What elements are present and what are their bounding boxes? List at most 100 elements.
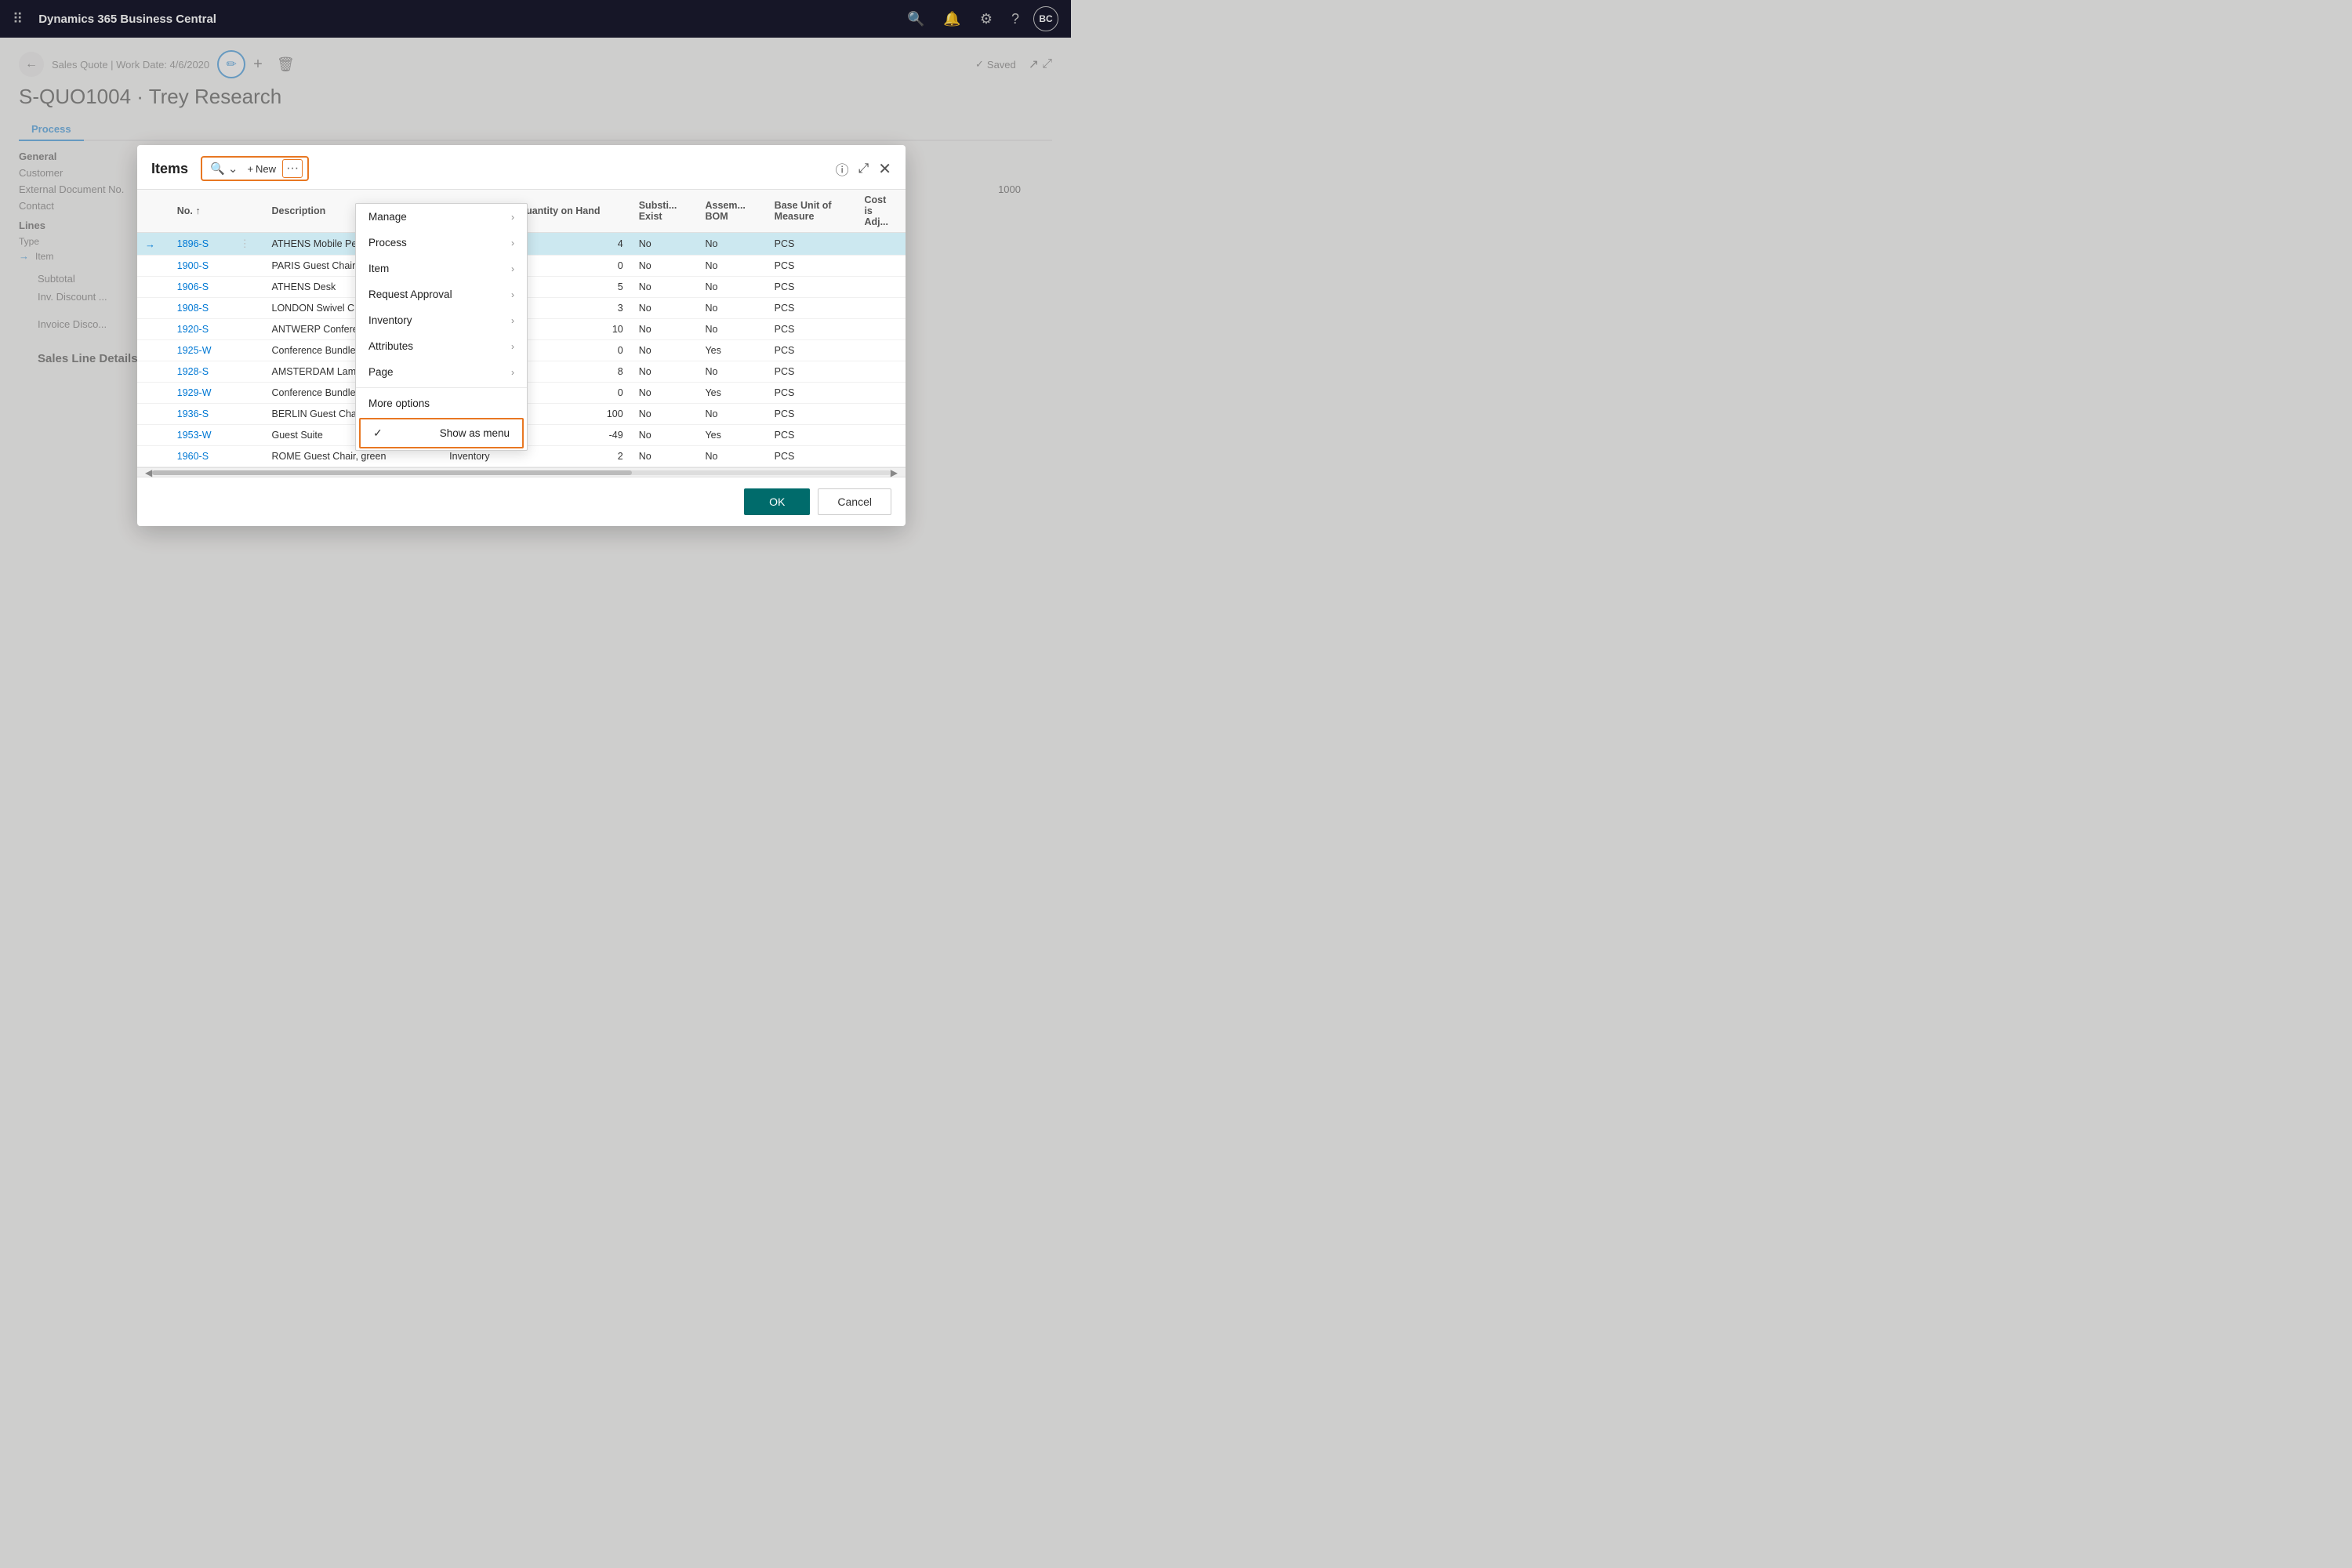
- cost-cell: [856, 446, 906, 467]
- uom-cell: PCS: [767, 446, 857, 467]
- cancel-button[interactable]: Cancel: [818, 488, 891, 515]
- dialog-toolbar: 🔍 ⌄ + New ···: [201, 156, 309, 181]
- qty-cell: 5: [510, 277, 630, 298]
- dialog-new-button[interactable]: + New: [242, 162, 281, 176]
- uom-cell: PCS: [767, 404, 857, 425]
- cost-cell: [856, 383, 906, 404]
- item-no-cell[interactable]: 1960-S: [169, 446, 232, 467]
- cost-cell: [856, 233, 906, 256]
- uom-cell: PCS: [767, 361, 857, 383]
- ok-button[interactable]: OK: [744, 488, 810, 515]
- assem-cell: No: [697, 233, 766, 256]
- col-assem[interactable]: Assem...BOM: [697, 190, 766, 233]
- col-no[interactable]: No. ↑: [169, 190, 232, 233]
- drag-handle-cell[interactable]: [232, 256, 264, 277]
- cost-cell: [856, 298, 906, 319]
- cost-cell: [856, 319, 906, 340]
- qty-cell: 10: [510, 319, 630, 340]
- drag-handle-icon[interactable]: ⋮: [240, 238, 250, 249]
- menu-item-page[interactable]: Page ›: [356, 359, 527, 385]
- menu-item-inventory[interactable]: Inventory ›: [356, 307, 527, 333]
- assem-cell: No: [697, 298, 766, 319]
- dialog-expand-button[interactable]: ⤢: [858, 161, 869, 176]
- qty-cell: 0: [510, 383, 630, 404]
- chevron-right-icon: ›: [511, 367, 514, 378]
- menu-item-request-approval[interactable]: Request Approval ›: [356, 281, 527, 307]
- assem-cell: Yes: [697, 383, 766, 404]
- drag-handle-cell[interactable]: [232, 446, 264, 467]
- scroll-right-arrow[interactable]: ▶: [891, 467, 898, 478]
- uom-cell: PCS: [767, 256, 857, 277]
- menu-separator: [356, 387, 527, 388]
- item-no-cell[interactable]: 1908-S: [169, 298, 232, 319]
- dialog-search-button[interactable]: 🔍 ⌄: [207, 160, 241, 177]
- assem-cell: No: [697, 319, 766, 340]
- drag-handle-cell[interactable]: [232, 298, 264, 319]
- action-dropdown-menu: Manage › Process › Item › Request Approv…: [355, 203, 528, 451]
- item-no-cell[interactable]: 1900-S: [169, 256, 232, 277]
- col-uom[interactable]: Base Unit ofMeasure: [767, 190, 857, 233]
- dialog-title: Items: [151, 161, 188, 177]
- item-no-cell[interactable]: 1920-S: [169, 319, 232, 340]
- col-subst[interactable]: Substi...Exist: [631, 190, 698, 233]
- dialog-more-button[interactable]: ···: [282, 159, 303, 178]
- cost-cell: [856, 425, 906, 446]
- chevron-right-icon: ›: [511, 315, 514, 326]
- assem-cell: No: [697, 404, 766, 425]
- subst-cell: No: [631, 256, 698, 277]
- cost-cell: [856, 361, 906, 383]
- item-no-cell[interactable]: 1936-S: [169, 404, 232, 425]
- subst-cell: No: [631, 361, 698, 383]
- drag-handle-cell[interactable]: ⋮: [232, 233, 264, 256]
- item-no-cell[interactable]: 1928-S: [169, 361, 232, 383]
- qty-cell: 2: [510, 446, 630, 467]
- scroll-left-arrow[interactable]: ◀: [145, 467, 152, 478]
- assem-cell: No: [697, 361, 766, 383]
- drag-handle-cell[interactable]: [232, 404, 264, 425]
- subst-cell: No: [631, 383, 698, 404]
- subst-cell: No: [631, 233, 698, 256]
- chevron-right-icon: ›: [511, 212, 514, 223]
- scroll-thumb[interactable]: [152, 470, 632, 475]
- subst-cell: No: [631, 404, 698, 425]
- qty-cell: 0: [510, 340, 630, 361]
- menu-item-show-as-menu[interactable]: ✓ Show as menu: [359, 418, 524, 448]
- scroll-track[interactable]: [152, 470, 891, 475]
- menu-item-manage[interactable]: Manage ›: [356, 204, 527, 230]
- drag-handle-cell[interactable]: [232, 277, 264, 298]
- assem-cell: Yes: [697, 425, 766, 446]
- uom-cell: PCS: [767, 425, 857, 446]
- horizontal-scrollbar[interactable]: ◀ ▶: [137, 467, 906, 477]
- item-no-cell[interactable]: 1896-S: [169, 233, 232, 256]
- cost-cell: [856, 340, 906, 361]
- item-no-cell[interactable]: 1953-W: [169, 425, 232, 446]
- row-arrow-cell: [137, 319, 169, 340]
- menu-item-item[interactable]: Item ›: [356, 256, 527, 281]
- item-no-cell[interactable]: 1929-W: [169, 383, 232, 404]
- qty-cell: -49: [510, 425, 630, 446]
- row-arrow-cell: [137, 340, 169, 361]
- menu-item-attributes[interactable]: Attributes ›: [356, 333, 527, 359]
- item-no-cell[interactable]: 1925-W: [169, 340, 232, 361]
- dialog-close-button[interactable]: ✕: [878, 159, 891, 179]
- row-arrow-cell: [137, 361, 169, 383]
- row-arrow-cell: →: [137, 233, 169, 256]
- col-cost[interactable]: CostisAdj...: [856, 190, 906, 233]
- chevron-right-icon: ›: [511, 238, 514, 249]
- dialog-info-button[interactable]: ⓘ: [836, 159, 849, 179]
- checkmark-icon: ✓: [373, 426, 383, 440]
- row-arrow-cell: [137, 256, 169, 277]
- drag-handle-cell[interactable]: [232, 361, 264, 383]
- qty-cell: 8: [510, 361, 630, 383]
- menu-item-process[interactable]: Process ›: [356, 230, 527, 256]
- qty-cell: 3: [510, 298, 630, 319]
- col-qty[interactable]: Quantity on Hand: [510, 190, 630, 233]
- uom-cell: PCS: [767, 383, 857, 404]
- drag-handle-cell[interactable]: [232, 383, 264, 404]
- drag-handle-cell[interactable]: [232, 425, 264, 446]
- item-no-cell[interactable]: 1906-S: [169, 277, 232, 298]
- menu-item-more-options[interactable]: More options: [356, 390, 527, 416]
- chevron-right-icon: ›: [511, 289, 514, 300]
- drag-handle-cell[interactable]: [232, 340, 264, 361]
- drag-handle-cell[interactable]: [232, 319, 264, 340]
